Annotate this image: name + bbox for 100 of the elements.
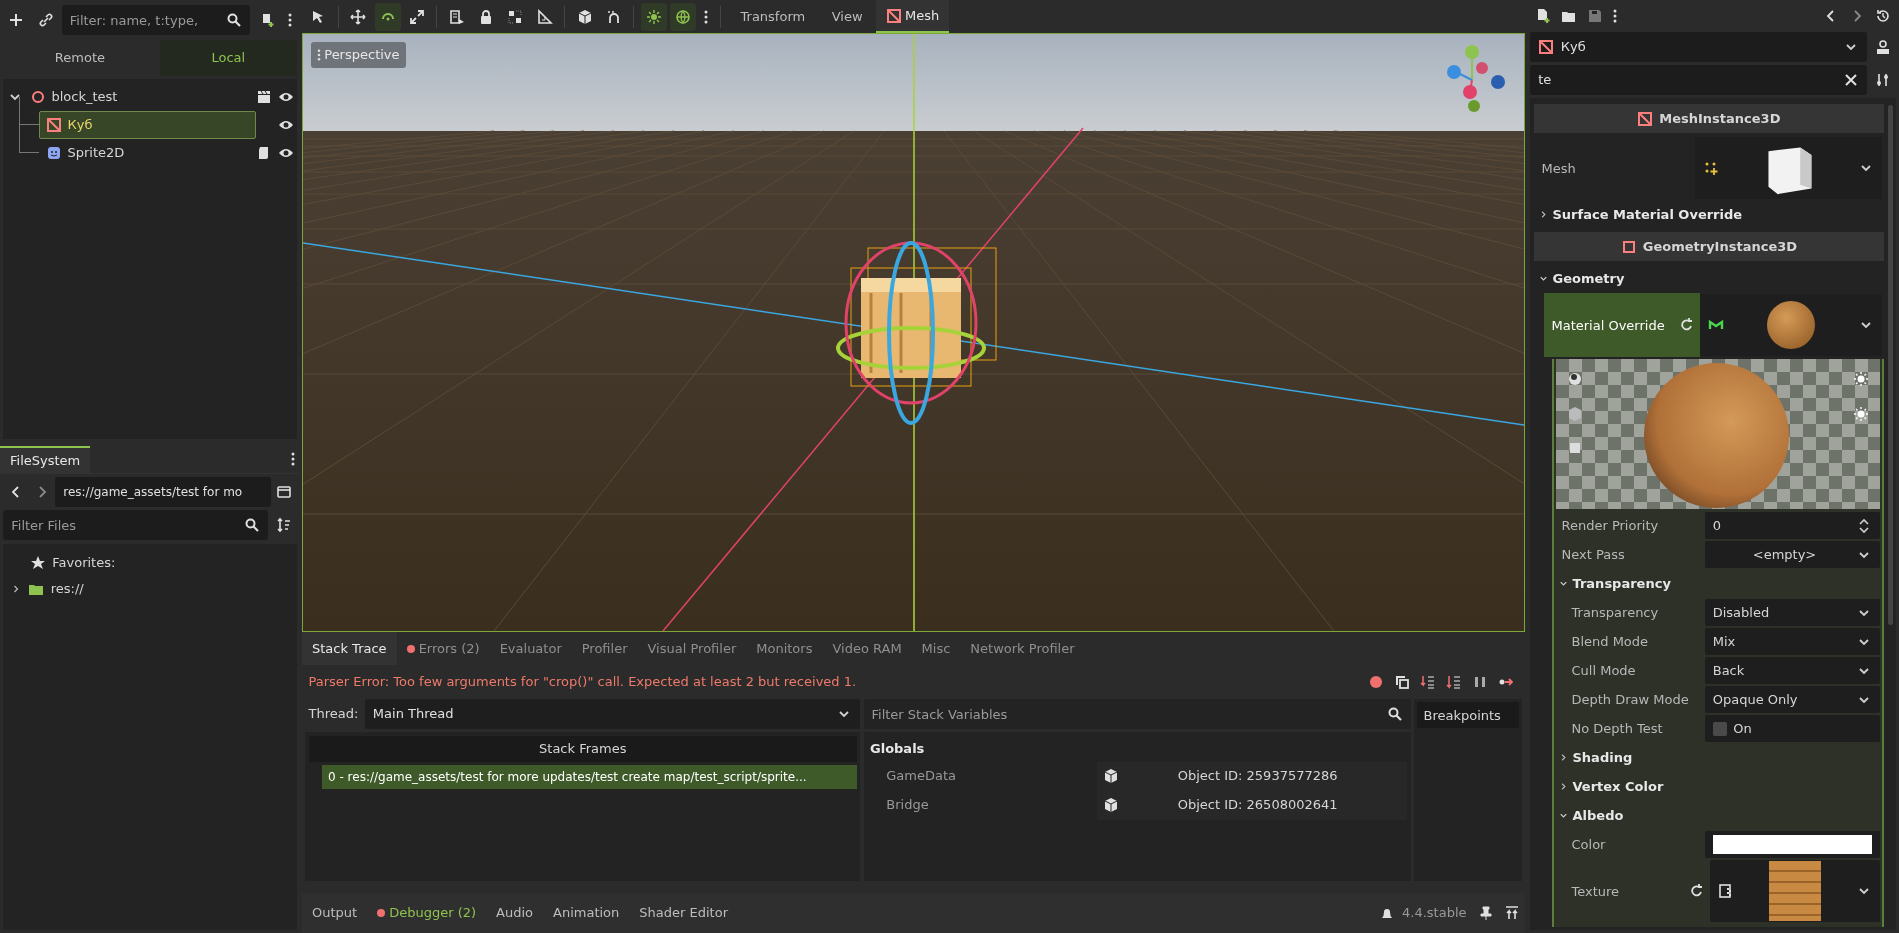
debugger-tab[interactable]: Video RAM	[822, 632, 912, 665]
error-message: Parser Error: Too few arguments for "crop()" call. Expected at least 2 but received 1.	[308, 673, 858, 692]
group-icon	[507, 8, 524, 25]
property-label: Transparency	[1570, 604, 1660, 622]
property-label: Depth Draw Mode	[1570, 691, 1690, 709]
category-header: MeshInstance3D	[1533, 104, 1885, 134]
bottom-panel-tab[interactable]: Shader Editor	[629, 893, 738, 933]
menu-tab[interactable]: Mesh	[875, 0, 950, 33]
scene-tab[interactable]: Local	[159, 40, 297, 76]
ruler-icon	[536, 8, 553, 25]
mesh-icon	[1637, 110, 1654, 127]
perspective-button[interactable]: Perspective	[311, 42, 406, 68]
filter-field[interactable]: Filter Files	[3, 510, 268, 541]
property-label: Cull Mode	[1570, 662, 1637, 680]
color-swatch[interactable]	[1712, 835, 1873, 855]
doc-search-icon	[1874, 38, 1891, 55]
scene-node[interactable]: Куб	[38, 110, 256, 139]
mesh-icon	[1538, 38, 1555, 55]
kebab-menu-icon	[1613, 8, 1618, 23]
property-group[interactable]: Shading	[1553, 743, 1883, 773]
bottom-panel-tab[interactable]: Animation	[543, 893, 630, 933]
bottom-panel-tab[interactable]: Output	[302, 893, 368, 933]
resource-picker[interactable]: <empty>	[1704, 541, 1881, 569]
stack-frame-row[interactable]: 0 - res://game_assets/test for more updates/test create map/test_script/sprite...	[321, 764, 857, 790]
dropdown[interactable]: Mix	[1704, 628, 1881, 656]
debugger-tab[interactable]: Visual Profiler	[637, 632, 747, 665]
debugger-tab[interactable]: Profiler	[571, 632, 638, 665]
step-over-icon	[1445, 674, 1462, 690]
property-label: Next Pass	[1560, 546, 1626, 564]
property-group[interactable]: Transparency	[1553, 569, 1883, 599]
rotate-tool-button[interactable]	[374, 2, 401, 31]
property-label: Render Priority	[1560, 517, 1660, 535]
thread-label: Thread:	[307, 705, 359, 724]
sliders-icon	[1874, 71, 1891, 88]
filter-field[interactable]: Filter Stack Variables	[863, 699, 1411, 729]
sun-tool-button[interactable]	[640, 2, 667, 31]
record-dot-icon	[1367, 674, 1384, 690]
property-label: Color	[1570, 836, 1607, 854]
path-field[interactable]: res://game_assets/test for mo	[55, 477, 271, 507]
new-file-icon	[1535, 7, 1552, 24]
debugger-tab[interactable]: Evaluator	[489, 632, 572, 665]
section-header: Globals	[869, 739, 926, 758]
menu-tab[interactable]: View	[818, 0, 873, 33]
scrollbar[interactable]	[1887, 105, 1893, 626]
dropdown[interactable]: Disabled	[1704, 599, 1881, 627]
scene-node[interactable]: Sprite2D	[38, 138, 256, 167]
property-group[interactable]: Albedo	[1553, 801, 1883, 831]
dropdown[interactable]: Opaque Only	[1704, 686, 1881, 714]
property-group[interactable]: Surface Material Override	[1533, 200, 1885, 230]
revert-button[interactable]	[1674, 293, 1701, 358]
property-group[interactable]: Vertex Color	[1553, 772, 1883, 802]
globe-icon	[675, 8, 691, 25]
search-field[interactable]: te	[1530, 64, 1867, 95]
scene-node[interactable]: block_test	[22, 82, 256, 111]
variable-value: Object ID: 25937577286	[1176, 767, 1338, 786]
expand-icon	[1504, 905, 1520, 921]
object-cube-icon	[1103, 768, 1120, 784]
pin-icon	[1478, 905, 1494, 921]
history-icon	[1874, 7, 1891, 24]
filter-field[interactable]: Filter: name, t:type,	[61, 5, 251, 35]
list-select-icon	[448, 8, 465, 25]
window-icon	[275, 484, 292, 500]
bottom-panel-tab[interactable]: Audio	[486, 893, 544, 933]
property-label: Material Override	[1543, 293, 1675, 358]
kebab-menu-icon	[317, 48, 321, 61]
mesh-icon	[885, 7, 902, 24]
filesystem-tab[interactable]: FileSystem	[0, 445, 91, 473]
number-field[interactable]: 0	[1704, 512, 1881, 540]
tree-line	[18, 96, 39, 125]
sort-icon	[275, 517, 292, 534]
property-group[interactable]: Geometry	[1533, 264, 1885, 294]
kebab-menu-icon	[291, 451, 295, 466]
version-label: 4.4.stable	[1401, 904, 1468, 923]
scene-tab[interactable]: Remote	[3, 40, 157, 76]
globe-tool-button[interactable]	[670, 2, 696, 31]
menu-tab[interactable]: Transform	[727, 0, 816, 33]
resource-picker[interactable]	[1694, 137, 1883, 200]
debugger-tab[interactable]: Misc	[911, 632, 961, 665]
debugger-tab[interactable]: Monitors	[746, 632, 823, 665]
debugger-tab[interactable]: Network Profiler	[960, 632, 1085, 665]
debugger-tab[interactable]: Stack Trace	[302, 632, 397, 665]
sun-icon	[645, 8, 662, 25]
star-icon	[29, 555, 46, 571]
variable-name: Bridge	[885, 796, 930, 815]
variable-name: GameData	[885, 767, 957, 786]
cube-icon	[576, 8, 593, 25]
dropdown[interactable]: Back	[1704, 657, 1881, 685]
bottom-panel-tab[interactable]: Debugger (2)	[367, 893, 487, 933]
thread-dropdown[interactable]: Main Thread	[364, 699, 861, 729]
checkbox[interactable]: On	[1704, 715, 1881, 743]
variable-value: Object ID: 26508002641	[1176, 796, 1338, 815]
node-selector[interactable]: Куб	[1530, 31, 1867, 62]
debugger-tab[interactable]: Errors (2)	[396, 632, 490, 665]
resource-picker[interactable]	[1700, 294, 1883, 357]
property-label: Mesh	[1540, 159, 1577, 178]
property-label: Blend Mode	[1570, 633, 1650, 651]
tree-line	[18, 124, 39, 153]
light-icon	[1853, 405, 1870, 422]
folder-item[interactable]: res://	[50, 579, 84, 599]
resource-picker[interactable]	[1710, 860, 1881, 923]
